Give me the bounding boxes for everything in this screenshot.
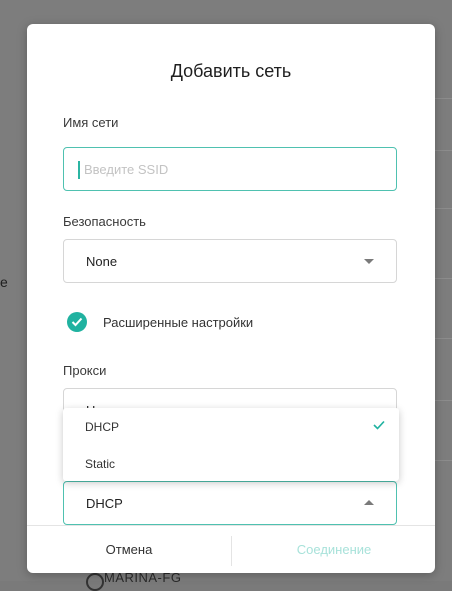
security-select[interactable]: None — [63, 239, 397, 283]
option-label: DHCP — [85, 420, 120, 434]
proxy-label: Прокси — [63, 363, 107, 378]
security-selected-value: None — [86, 254, 118, 269]
ssid-input[interactable] — [82, 148, 386, 191]
cancel-button[interactable]: Отмена — [27, 526, 231, 573]
ssid-label: Имя сети — [63, 115, 119, 130]
dropdown-option-static[interactable]: Static — [63, 445, 399, 481]
background-network-icon — [86, 573, 104, 591]
text-caret — [78, 161, 80, 179]
ssid-field[interactable] — [63, 147, 397, 191]
dropdown-arrow-icon — [364, 259, 374, 264]
ip-settings-dropdown: DHCP Static — [63, 408, 399, 481]
dialog-title: Добавить сеть — [170, 61, 292, 81]
add-network-dialog: Добавить сеть Имя сети Безопасность None… — [27, 24, 435, 573]
ip-settings-selected-value: DHCP — [86, 496, 123, 511]
option-label: Static — [85, 457, 116, 471]
check-icon — [373, 420, 385, 430]
advanced-settings-label: Расширенные настройки — [103, 315, 254, 330]
ip-settings-select[interactable]: DHCP — [63, 481, 397, 525]
checkmark-circle-icon[interactable] — [67, 312, 87, 332]
connect-button[interactable]: Соединение — [232, 526, 435, 573]
dropdown-option-dhcp[interactable]: DHCP — [63, 408, 399, 444]
dropdown-arrow-up-icon — [364, 500, 374, 505]
security-label: Безопасность — [63, 214, 146, 229]
background-text-fragment: e — [0, 274, 8, 290]
